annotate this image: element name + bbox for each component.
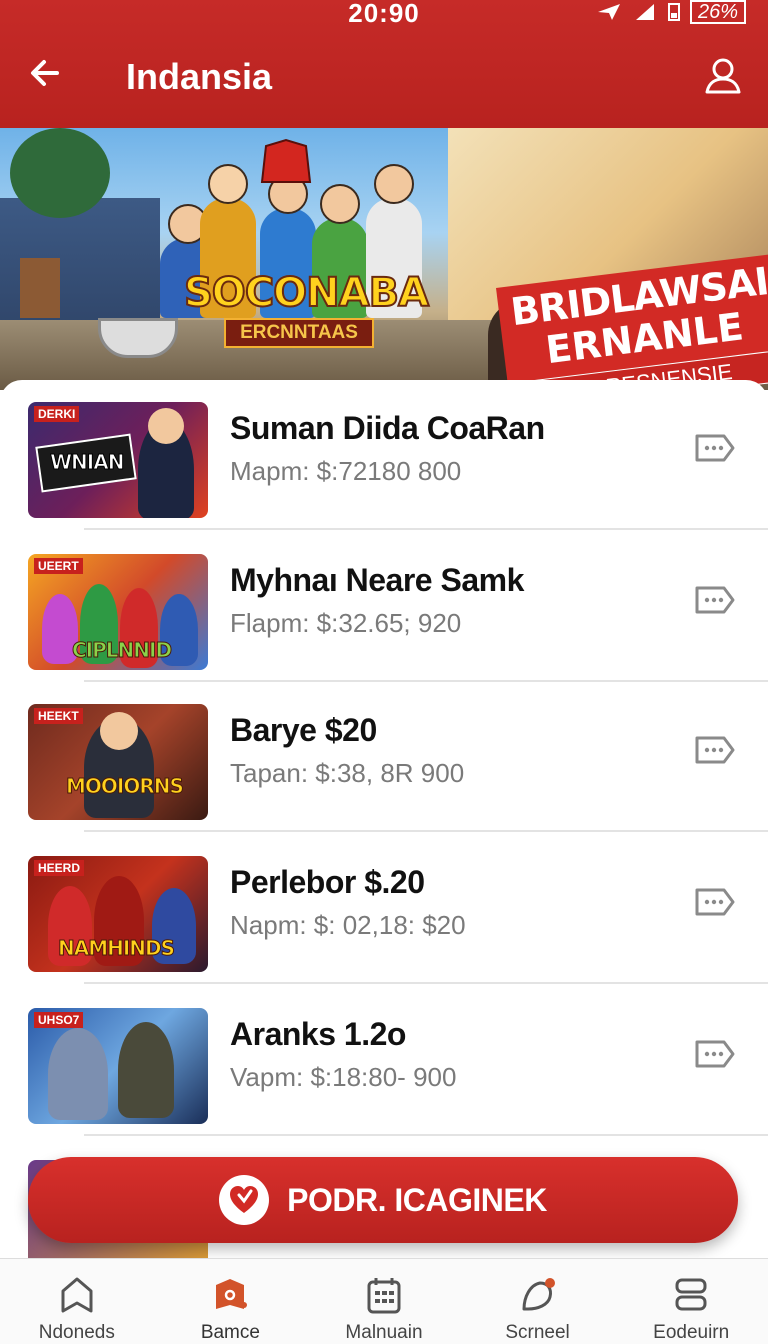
banner-cup-illustration	[98, 318, 178, 358]
nav-item-home[interactable]: Ndoneds	[0, 1259, 154, 1344]
cta-label: PODR. ICAGINEK	[287, 1181, 547, 1218]
item-thumb-text: MOOIORNS	[66, 774, 185, 799]
stack-icon	[669, 1273, 713, 1316]
battery-percent: 26%	[689, 0, 746, 24]
item-thumbnail: UHSO7	[28, 1008, 208, 1124]
calendar-icon	[362, 1273, 406, 1316]
item-tag-button[interactable]	[692, 730, 738, 770]
nav-label: Scrneel	[505, 1322, 570, 1343]
item-price: Tapan: $:38, 8R 900	[230, 758, 465, 788]
app-header: 20:90 26% Indansia	[0, 0, 768, 128]
banner-logo-title: SOCONABA	[183, 269, 430, 317]
item-thumbnail: HEEKT MOOIORNS	[28, 704, 208, 820]
nav-label: Malnuain	[345, 1322, 423, 1343]
list-item[interactable]: UHSO7 Aranks 1.2o Vapm: $:18:80- 900	[0, 986, 768, 1136]
price-tag-icon	[695, 434, 735, 462]
price-tag-icon	[695, 736, 735, 764]
item-title: Perlebor $.20	[230, 864, 425, 900]
badge-icon	[208, 1273, 252, 1316]
item-thumbnail: DERKI WNIAN	[28, 402, 208, 518]
divider	[84, 528, 768, 530]
arrow-left-icon	[31, 60, 59, 86]
profile-button[interactable]	[700, 52, 746, 98]
list-item[interactable]: DERKI WNIAN Suman Diida CoaRan Mapm: $:7…	[0, 380, 768, 530]
item-badge: HEERD	[34, 860, 85, 876]
list-item[interactable]: HEEKT MOOIORNS Barye $20 Tapan: $:38, 8R…	[0, 682, 768, 832]
divider	[84, 1134, 768, 1136]
status-icons: 26%	[596, 0, 746, 24]
item-thumbnail: HEERD NAMHINDS	[28, 856, 208, 972]
product-list: DERKI WNIAN Suman Diida CoaRan Mapm: $:7…	[0, 380, 768, 1260]
item-thumb-text: CIPLNNID	[71, 638, 172, 663]
price-tag-icon	[695, 888, 735, 916]
item-thumb-text: WNIAN	[49, 450, 124, 475]
item-title: Barye $20	[230, 712, 377, 748]
item-tag-button[interactable]	[692, 882, 738, 922]
item-title: Myhnaı Neare Samk	[230, 562, 524, 598]
bottom-navigation: Ndoneds Bamce Malnuain Scrneel Eodeuirn	[0, 1258, 768, 1344]
item-badge: DERKI	[34, 406, 80, 422]
banner-logo-subtitle: ERCNNTAAS	[224, 318, 374, 348]
home-icon	[55, 1273, 99, 1316]
item-title: Suman Diida CoaRan	[230, 410, 545, 446]
nav-label: Ndoneds	[38, 1322, 115, 1343]
nav-item-chat[interactable]: Scrneel	[461, 1259, 615, 1344]
item-price: Napm: $: 02,18: $20	[230, 910, 466, 940]
promo-banner[interactable]: SOCONABA ERCNNTAAS BRIDLAWSAI ERNANLE SE…	[0, 128, 768, 390]
primary-cta-button[interactable]: PODR. ICAGINEK	[28, 1157, 738, 1243]
battery-low-icon	[667, 3, 680, 21]
nav-item-calendar[interactable]: Malnuain	[307, 1259, 461, 1344]
crown-hat-icon	[260, 138, 312, 183]
user-icon	[705, 58, 741, 94]
item-thumb-text: NAMHINDS	[57, 936, 175, 961]
price-tag-icon	[695, 1040, 735, 1068]
item-tag-button[interactable]	[692, 580, 738, 620]
heart-logo-icon	[219, 1175, 270, 1225]
chat-bubble-icon	[516, 1273, 560, 1316]
signal-icon	[635, 4, 654, 20]
location-icon	[597, 4, 620, 20]
item-badge: HEEKT	[34, 708, 83, 724]
item-tag-button[interactable]	[692, 1034, 738, 1074]
banner-tree-illustration	[10, 128, 110, 218]
list-item[interactable]: HEERD NAMHINDS Perlebor $.20 Napm: $: 02…	[0, 834, 768, 984]
divider	[84, 982, 768, 984]
price-tag-icon	[695, 586, 735, 614]
banner-logo: SOCONABA ERCNNTAAS	[183, 269, 430, 358]
nav-label: Bamce	[200, 1322, 260, 1343]
item-badge: UEERT	[34, 558, 83, 574]
item-price: Flapm: $:32.65; 920	[230, 608, 462, 638]
nav-item-profile[interactable]: Eodeuirn	[614, 1259, 768, 1344]
item-badge: UHSO7	[34, 1012, 84, 1028]
nav-label: Eodeuirn	[653, 1322, 730, 1343]
item-price: Mapm: $:72180 800	[230, 456, 462, 486]
page-title: Indansia	[126, 56, 273, 97]
item-title: Aranks 1.2o	[230, 1016, 406, 1052]
nav-item-active[interactable]: Bamce	[154, 1259, 308, 1344]
item-price: Vapm: $:18:80- 900	[230, 1062, 457, 1092]
item-thumbnail: UEERT CIPLNNID	[28, 554, 208, 670]
back-button[interactable]	[22, 50, 68, 96]
item-tag-button[interactable]	[692, 428, 738, 468]
list-item[interactable]: UEERT CIPLNNID Myhnaı Neare Samk Flapm: …	[0, 532, 768, 682]
divider	[84, 830, 768, 832]
